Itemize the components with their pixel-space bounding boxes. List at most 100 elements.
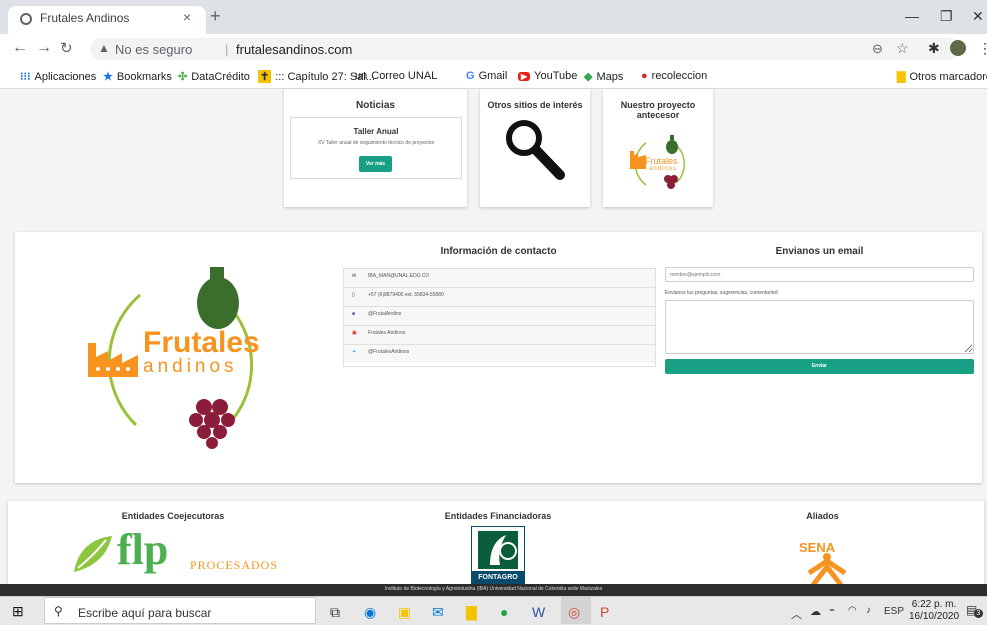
contact-youtube[interactable]: ▣ Frutales Andinos: [344, 326, 655, 345]
email-input[interactable]: [665, 267, 974, 282]
search-icon: ⚲: [54, 604, 63, 618]
url-separator: |: [225, 42, 229, 57]
datacredito-icon: ✣: [178, 71, 188, 83]
star-icon: ★: [103, 71, 113, 83]
tab-title: Frutales Andinos: [40, 11, 130, 25]
flp-leaf-icon: [74, 536, 112, 572]
notification-count: 3: [974, 609, 983, 618]
logo-word1: Frutales: [143, 326, 260, 359]
contact-phone: ▯ +57 (6)8879400 ext. 55834-55880: [344, 288, 655, 307]
chrome-icon[interactable]: ◎: [568, 604, 580, 621]
google-icon: G: [466, 70, 475, 82]
envelope-icon: ✉: [352, 273, 357, 279]
menu-icon[interactable]: ⋮: [978, 40, 987, 57]
recoleccion-icon: ●: [641, 70, 648, 82]
close-window-icon[interactable]: ✕: [972, 8, 984, 25]
contact-list: ✉ IBA_MAN@UNAL.EDU.CO ▯ +57 (6)8879400 e…: [343, 268, 656, 367]
restore-icon[interactable]: ❐: [940, 8, 953, 25]
security-status[interactable]: No es seguro: [115, 42, 192, 57]
other-bookmarks[interactable]: ▇Otros marcadores: [897, 70, 987, 83]
forward-arrow-icon[interactable]: →: [36, 39, 52, 57]
cross-icon: ✝: [258, 70, 272, 83]
language-indicator[interactable]: ESP: [884, 606, 904, 617]
new-tab-button[interactable]: +: [210, 6, 221, 27]
fontagro-text: FONTAGRO: [472, 571, 524, 585]
news-title: Taller Anual: [353, 127, 399, 136]
url-text[interactable]: frutalesandinos.com: [236, 42, 352, 57]
file-explorer-icon[interactable]: ▇: [466, 604, 477, 621]
otros-sitios-title: Otros sitios de interés: [487, 100, 583, 110]
powerpoint-icon[interactable]: P: [600, 604, 609, 620]
fontagro-logo: FONTAGRO: [471, 526, 525, 586]
bookmark-gmail[interactable]: G Gmail: [466, 70, 507, 82]
back-arrow-icon[interactable]: ←: [12, 39, 28, 57]
mail-icon[interactable]: ✉: [432, 604, 444, 621]
minimize-icon[interactable]: —: [905, 8, 919, 24]
magnifier-icon: [506, 120, 565, 180]
proyecto-card[interactable]: Nuestro proyecto antecesor Frutales andi…: [603, 89, 713, 207]
onedrive-icon[interactable]: ☁: [810, 605, 821, 618]
footer-text: Instituto de Biotecnología y Agroindustr…: [384, 586, 603, 592]
facebook-icon: ■: [352, 311, 356, 317]
show-hidden-icon[interactable]: ︿: [791, 606, 802, 622]
edge-icon[interactable]: ◉: [364, 604, 376, 621]
ver-mas-button[interactable]: Ver más: [359, 156, 392, 172]
bookmark-datacredito[interactable]: ✣ DataCrédito: [178, 70, 250, 83]
aliados-title: Aliados: [806, 511, 839, 521]
hangouts-icon[interactable]: ●: [500, 604, 508, 620]
bookmark-correo[interactable]: un Correo UNAL: [355, 70, 437, 82]
bookmark-apps[interactable]: ⁝⁝⁝ Aplicaciones: [20, 70, 96, 83]
profile-avatar[interactable]: [950, 40, 966, 56]
enviar-button[interactable]: Enviar: [665, 359, 974, 374]
bookmark-maps[interactable]: ◆ Maps: [584, 70, 623, 83]
sena-logo-icon: [807, 553, 847, 585]
windows-start-icon[interactable]: ⊞: [12, 603, 24, 620]
extensions-icon[interactable]: ✱: [928, 40, 940, 57]
bookmark-youtube[interactable]: ▶ YouTube: [518, 70, 577, 82]
bookmark-recoleccion[interactable]: ● recoleccion: [641, 70, 707, 82]
word-icon[interactable]: W: [532, 604, 545, 620]
otros-sitios-card[interactable]: Otros sitios de interés: [480, 89, 590, 207]
clock-date[interactable]: 16/10/2020: [908, 611, 960, 622]
small-logo-word2: andinos: [649, 166, 678, 172]
message-label: Envianos tus preguntas, sugerencias, com…: [665, 290, 779, 296]
close-tab-button[interactable]: ×: [183, 9, 191, 25]
flp-sub-text: PROCESADOS: [190, 558, 279, 572]
warning-icon[interactable]: ▲: [98, 41, 110, 55]
fontagro-emblem-icon: [478, 531, 518, 569]
wifi-icon[interactable]: ◠: [848, 605, 857, 616]
address-bar[interactable]: [90, 38, 960, 60]
proyecto-title: Nuestro proyecto antecesor: [620, 100, 696, 120]
flp-logo-text: flp: [117, 525, 169, 574]
noticias-title: Noticias: [356, 100, 395, 111]
news-item: Taller Anual XV Taller anual de seguimie…: [290, 117, 462, 179]
contact-email[interactable]: ✉ IBA_MAN@UNAL.EDU.CO: [344, 269, 655, 288]
folder-icon: ▇: [897, 71, 906, 83]
zoom-icon[interactable]: ⊖: [872, 41, 883, 57]
bookmark-star-icon[interactable]: ☆: [896, 40, 909, 57]
clock-time[interactable]: 6:22 p. m.: [908, 599, 960, 610]
financiadoras-title: Entidades Financiadoras: [444, 511, 552, 521]
twitter-icon: ✦: [352, 349, 357, 355]
store-icon[interactable]: ▣: [398, 604, 411, 621]
message-textarea[interactable]: [665, 300, 974, 354]
phone-icon: ▯: [352, 292, 355, 298]
reload-icon[interactable]: ↻: [60, 39, 73, 57]
globe-icon: [20, 13, 32, 25]
news-text: XV Taller anual de seguimiento técnico d…: [317, 140, 435, 146]
volume-icon[interactable]: ♪: [866, 605, 871, 616]
noticias-card: Noticias Taller Anual XV Taller anual de…: [284, 89, 467, 207]
youtube-icon: ▣: [352, 330, 357, 336]
maps-icon: ◆: [584, 71, 593, 83]
coejecutoras-title: Entidades Coejecutoras: [121, 511, 225, 521]
network-icon[interactable]: ⌁: [829, 605, 835, 616]
email-title: Envianos un email: [775, 246, 864, 257]
apps-grid-icon: ⁝⁝⁝: [20, 71, 31, 83]
logo-word2: andinos: [143, 356, 238, 377]
unal-icon: un: [355, 70, 368, 82]
contact-facebook[interactable]: ■ @FrutalAndino: [344, 307, 655, 326]
bookmark-bookmarks[interactable]: ★ Bookmarks: [103, 70, 172, 83]
contact-twitter[interactable]: ✦ @FrutalesAndinos: [344, 345, 655, 363]
task-view-icon[interactable]: ⧉: [330, 604, 340, 621]
small-logo-word1: Frutales: [645, 156, 678, 166]
